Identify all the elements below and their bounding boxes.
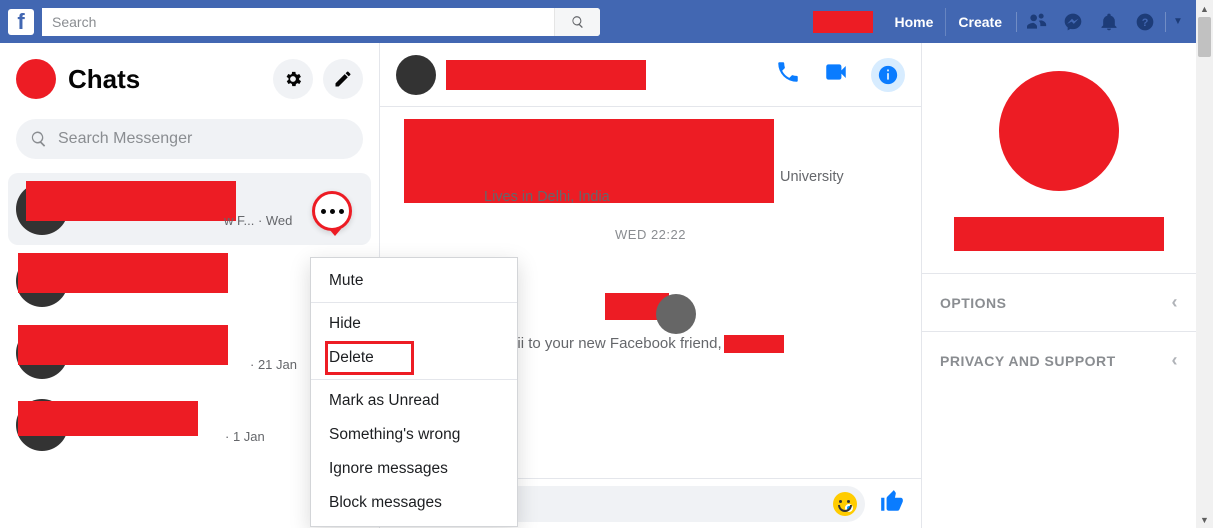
scroll-thumb[interactable] xyxy=(1198,17,1211,57)
settings-button[interactable] xyxy=(273,59,313,99)
menu-somethings-wrong[interactable]: Something's wrong xyxy=(311,418,517,452)
conversation-avatar[interactable] xyxy=(396,55,436,95)
menu-mute[interactable]: Mute xyxy=(311,264,517,298)
timestamp-divider: WED 22:22 xyxy=(380,227,921,242)
video-icon xyxy=(823,59,849,85)
video-call-button[interactable] xyxy=(823,59,849,90)
thread-name-redacted xyxy=(18,325,228,365)
info-name-redacted xyxy=(954,217,1164,251)
friend-requests-icon[interactable] xyxy=(1019,8,1055,36)
info-options-label: OPTIONS xyxy=(940,295,1007,311)
new-message-button[interactable] xyxy=(323,59,363,99)
thread-name-redacted xyxy=(26,181,236,221)
chats-title: Chats xyxy=(68,64,263,95)
messenger-search-input[interactable] xyxy=(58,130,349,148)
chevron-left-icon: ‹ xyxy=(1172,350,1179,371)
nav-home[interactable]: Home xyxy=(883,8,946,36)
thread-sub: · 21 Jan xyxy=(250,357,297,372)
my-avatar[interactable] xyxy=(16,59,56,99)
thread-name-redacted xyxy=(18,253,228,293)
scroll-up-button[interactable]: ▲ xyxy=(1196,0,1213,17)
menu-ignore[interactable]: Ignore messages xyxy=(311,452,517,486)
notifications-icon[interactable] xyxy=(1091,8,1127,36)
thread-name-redacted xyxy=(18,401,198,436)
thumb-icon xyxy=(879,488,905,514)
global-search-button[interactable] xyxy=(554,8,600,36)
menu-block[interactable]: Block messages xyxy=(311,486,517,520)
info-icon xyxy=(877,64,899,86)
info-avatar xyxy=(999,71,1119,191)
menu-delete[interactable]: Delete xyxy=(325,341,414,375)
voice-call-button[interactable] xyxy=(775,59,801,90)
thumbs-up-button[interactable] xyxy=(879,488,905,519)
global-search xyxy=(42,8,600,36)
chevron-left-icon: ‹ xyxy=(1172,292,1179,313)
thread-item[interactable]: w F... · Wed xyxy=(8,173,371,245)
conversation-name-redacted xyxy=(446,60,646,90)
conversation-intro: University Lives in Delhi, India xyxy=(380,107,921,193)
thread-context-menu: Mute Hide Delete Mark as Unread Somethin… xyxy=(310,257,518,527)
messenger-search xyxy=(16,119,363,159)
wave-name-redacted xyxy=(724,335,784,353)
menu-hide[interactable]: Hide xyxy=(311,307,517,341)
menu-mark-unread[interactable]: Mark as Unread xyxy=(311,384,517,418)
phone-icon xyxy=(775,59,801,85)
info-options-section[interactable]: OPTIONS ‹ xyxy=(922,273,1196,331)
svg-text:?: ? xyxy=(1142,17,1149,29)
compose-icon xyxy=(333,69,353,89)
nav-create[interactable]: Create xyxy=(945,8,1014,36)
info-panel: OPTIONS ‹ PRIVACY AND SUPPORT ‹ xyxy=(921,43,1196,528)
intro-meta-univ: University xyxy=(780,169,844,185)
thread-options-button[interactable] xyxy=(312,191,352,231)
wave-avatar xyxy=(656,294,696,334)
global-search-input[interactable] xyxy=(42,8,554,36)
search-icon xyxy=(30,130,48,148)
messenger-icon[interactable] xyxy=(1055,8,1091,36)
profile-name-redacted[interactable] xyxy=(813,11,873,33)
menu-separator xyxy=(311,302,517,303)
thread-options-caret xyxy=(329,229,341,236)
facebook-logo[interactable]: f xyxy=(8,9,34,35)
account-dropdown-caret[interactable]: ▼ xyxy=(1168,8,1188,36)
scroll-down-button[interactable]: ▼ xyxy=(1196,511,1213,528)
intro-meta-lives: Lives in Delhi, India xyxy=(484,189,610,205)
thread-sub: w F... · Wed xyxy=(224,213,292,228)
topbar: f Home Create ? ▼ xyxy=(0,0,1196,43)
help-icon[interactable]: ? xyxy=(1127,8,1163,36)
conversation-header xyxy=(380,43,921,107)
menu-separator xyxy=(311,379,517,380)
page-scrollbar[interactable]: ▲ ▼ xyxy=(1196,0,1213,528)
thread-sub: · 1 Jan xyxy=(225,429,265,444)
info-privacy-section[interactable]: PRIVACY AND SUPPORT ‹ xyxy=(922,331,1196,389)
emoji-picker-button[interactable] xyxy=(833,492,857,516)
info-privacy-label: PRIVACY AND SUPPORT xyxy=(940,353,1116,369)
conversation-info-button[interactable] xyxy=(871,58,905,92)
gear-icon xyxy=(283,69,303,89)
